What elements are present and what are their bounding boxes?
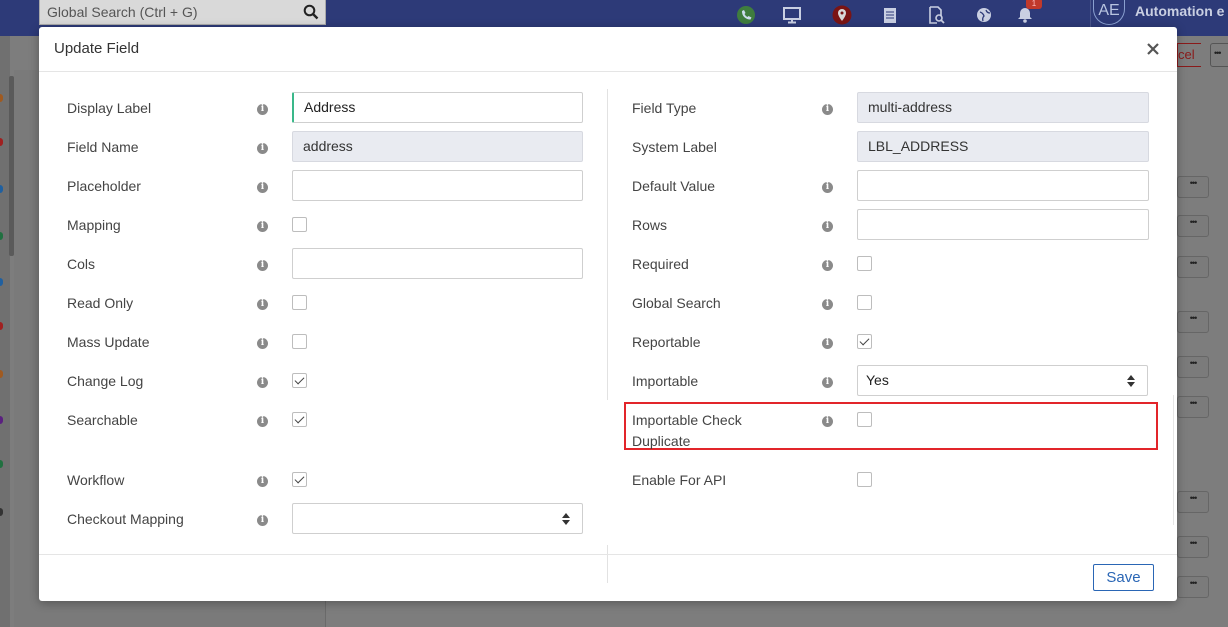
importable-select[interactable]: Yes xyxy=(857,365,1148,396)
avatar[interactable]: AE xyxy=(1093,0,1125,25)
info-icon[interactable]: i xyxy=(257,377,268,388)
rows-label: Rows xyxy=(632,217,668,233)
user-name[interactable]: Automation e xyxy=(1135,3,1224,19)
background-row-actions-button[interactable] xyxy=(1177,256,1209,278)
mass-update-checkbox[interactable] xyxy=(292,334,307,349)
enable-for-api-checkbox[interactable] xyxy=(857,472,872,487)
info-icon[interactable]: i xyxy=(257,182,268,193)
placeholder-input[interactable] xyxy=(292,170,583,201)
display-label-input[interactable]: Address xyxy=(292,92,583,123)
close-icon[interactable] xyxy=(1143,39,1163,59)
mapping-label: Mapping xyxy=(67,217,121,233)
importable-label: Importable xyxy=(632,373,699,389)
mapping-checkbox[interactable] xyxy=(292,217,307,232)
background-row-actions-button[interactable] xyxy=(1177,491,1209,513)
background-row-actions-button[interactable] xyxy=(1177,356,1209,378)
required-label: Required xyxy=(632,256,689,272)
checkout-mapping-label: Checkout Mapping xyxy=(67,511,184,527)
default-value-label: Default Value xyxy=(632,178,716,194)
save-button[interactable]: Save xyxy=(1093,564,1154,591)
reportable-checkbox[interactable] xyxy=(857,334,872,349)
read-only-checkbox[interactable] xyxy=(292,295,307,310)
required-checkbox[interactable] xyxy=(857,256,872,271)
info-icon[interactable]: i xyxy=(822,221,833,232)
info-icon[interactable]: i xyxy=(822,104,833,115)
phone-icon[interactable] xyxy=(735,4,757,26)
update-field-modal: Update Field Display Label i Address Fie… xyxy=(39,27,1177,601)
checkout-mapping-select[interactable] xyxy=(292,503,583,534)
read-only-label: Read Only xyxy=(67,295,134,311)
system-label-input: LBL_ADDRESS xyxy=(857,131,1149,162)
info-icon[interactable]: i xyxy=(822,182,833,193)
workflow-label: Workflow xyxy=(67,472,125,488)
info-icon[interactable]: i xyxy=(257,515,268,526)
monitor-icon[interactable] xyxy=(781,4,803,26)
mass-update-label: Mass Update xyxy=(67,334,150,350)
display-label-label: Display Label xyxy=(67,100,152,116)
notification-badge: 1 xyxy=(1026,0,1042,9)
global-search-label: Global Search xyxy=(632,295,721,311)
info-icon[interactable]: i xyxy=(257,143,268,154)
background-row-actions-button[interactable] xyxy=(1177,576,1209,598)
rows-input[interactable] xyxy=(857,209,1149,240)
map-pin-icon[interactable] xyxy=(831,4,853,26)
background-cancel-button[interactable]: cel xyxy=(1177,43,1201,67)
info-icon[interactable]: i xyxy=(822,260,833,271)
background-row-actions-button[interactable] xyxy=(1177,396,1209,418)
change-log-checkbox[interactable] xyxy=(292,373,307,388)
default-value-input[interactable] xyxy=(857,170,1149,201)
info-icon[interactable]: i xyxy=(257,299,268,310)
info-icon[interactable]: i xyxy=(822,299,833,310)
change-log-label: Change Log xyxy=(67,373,144,389)
cols-label: Cols xyxy=(67,256,96,272)
background-row-actions-button[interactable] xyxy=(1177,215,1209,237)
searchable-checkbox[interactable] xyxy=(292,412,307,427)
search-icon[interactable] xyxy=(303,4,319,20)
modal-title: Update Field xyxy=(54,40,140,57)
info-icon[interactable]: i xyxy=(257,338,268,349)
background-more-button[interactable] xyxy=(1210,43,1228,67)
system-label-label: System Label xyxy=(632,139,717,155)
info-icon[interactable]: i xyxy=(257,104,268,115)
field-name-label: Field Name xyxy=(67,139,139,155)
global-search-input[interactable]: Global Search (Ctrl + G) xyxy=(39,0,326,25)
info-icon[interactable]: i xyxy=(822,416,833,427)
info-icon[interactable]: i xyxy=(257,416,268,427)
globe-icon[interactable] xyxy=(973,4,995,26)
sort-arrows-icon xyxy=(562,513,570,525)
info-icon[interactable]: i xyxy=(822,338,833,349)
background-row-actions-button[interactable] xyxy=(1177,311,1209,333)
sort-arrows-icon xyxy=(1127,375,1135,387)
modal-body: Display Label i Address Field Name i add… xyxy=(39,73,1177,583)
document-search-icon[interactable] xyxy=(925,4,947,26)
enable-for-api-label: Enable For API xyxy=(632,472,727,488)
workflow-checkbox[interactable] xyxy=(292,472,307,487)
modal-scrollbar[interactable] xyxy=(1173,395,1174,525)
field-name-input: address xyxy=(292,131,583,162)
cols-input[interactable] xyxy=(292,248,583,279)
importable-check-duplicate-label: Importable Check Duplicate xyxy=(632,412,742,449)
searchable-label: Searchable xyxy=(67,412,138,428)
background-row-actions-button[interactable] xyxy=(1177,536,1209,558)
importable-value: Yes xyxy=(866,372,889,388)
modal-footer xyxy=(39,554,1177,601)
field-type-label: Field Type xyxy=(632,100,697,116)
global-search-placeholder: Global Search (Ctrl + G) xyxy=(47,4,198,20)
info-icon[interactable]: i xyxy=(822,377,833,388)
column-divider xyxy=(607,89,608,400)
field-type-input: multi-address xyxy=(857,92,1149,123)
background-row-actions-button[interactable] xyxy=(1177,176,1209,198)
global-search-checkbox[interactable] xyxy=(857,295,872,310)
importable-check-duplicate-checkbox[interactable] xyxy=(857,412,872,427)
info-icon[interactable]: i xyxy=(257,476,268,487)
info-icon[interactable]: i xyxy=(257,260,268,271)
info-icon[interactable]: i xyxy=(257,221,268,232)
reportable-label: Reportable xyxy=(632,334,701,350)
modal-header: Update Field xyxy=(39,27,1177,72)
notes-icon[interactable] xyxy=(879,4,901,26)
placeholder-label: Placeholder xyxy=(67,178,141,194)
